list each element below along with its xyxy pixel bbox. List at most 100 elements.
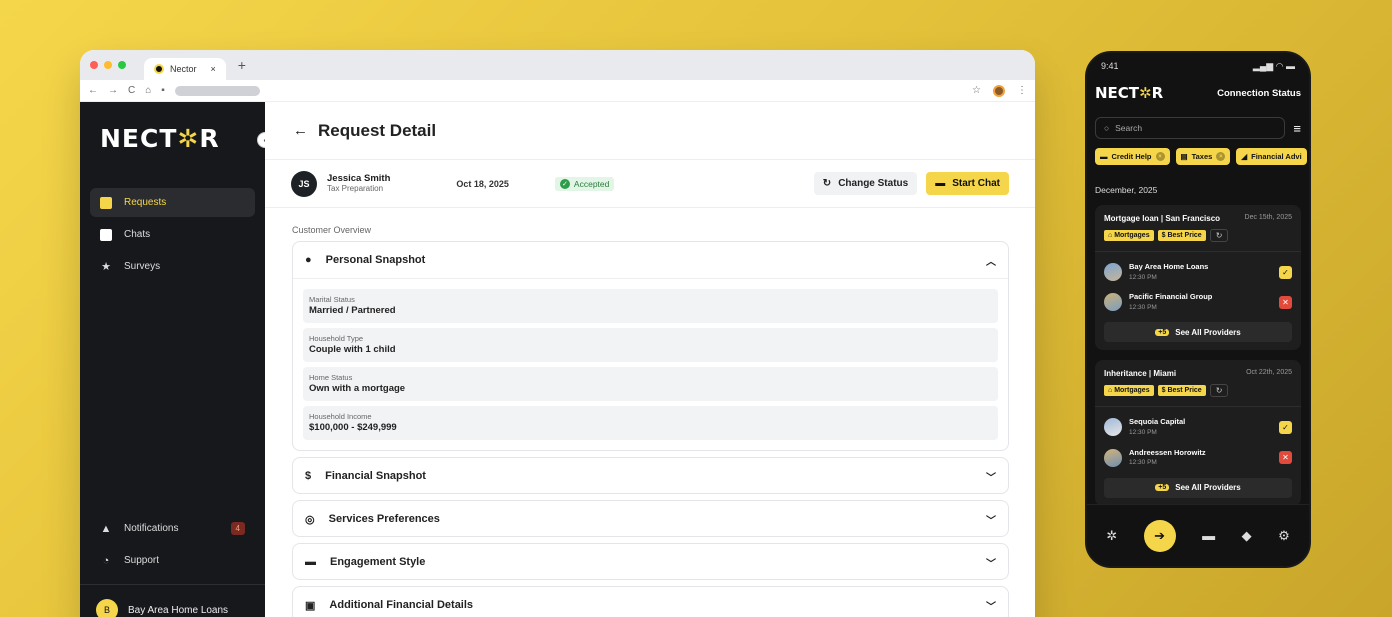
field-household-income: Household Income $100,000 - $249,999 <box>303 406 998 441</box>
personal-snapshot-header[interactable]: ● Personal Snapshot ︿ <box>293 242 1008 278</box>
connections-icon[interactable]: ➔ <box>1143 519 1176 552</box>
provider-row[interactable]: Sequoia Capital 12:30 PM ✓ <box>1104 417 1292 437</box>
provider-row[interactable]: Andreessen Horowitz 12:30 PM ✕ <box>1104 448 1292 468</box>
start-chat-label: Start Chat <box>952 178 1000 189</box>
dollar-icon: $ <box>305 470 312 483</box>
chevron-down-icon[interactable]: ﹀ <box>986 512 996 527</box>
financial-snapshot-card[interactable]: $ Financial Snapshot ﹀ <box>292 457 1009 495</box>
reload-icon[interactable]: C <box>128 85 135 96</box>
see-all-label: See All Providers <box>1175 483 1241 493</box>
chip-credit-help[interactable]: ▬ Credit Help × <box>1095 148 1170 165</box>
settings-gear-icon[interactable]: ⚙ <box>1278 528 1290 544</box>
app: NECT✲R ‹ Requests Chats ★ Surveys ▲ <box>80 102 1035 617</box>
back-icon[interactable]: ← <box>88 85 98 96</box>
see-all-providers-button[interactable]: +5 See All Providers <box>1104 322 1292 343</box>
card-tags: ⌂ Mortgages $ Best Price ↻ <box>1104 229 1292 242</box>
target-icon: ◎ <box>305 513 315 526</box>
browser-menu-icon[interactable]: ⋮ <box>1017 85 1027 96</box>
card-header: ◎ Services Preferences ﹀ <box>293 501 1008 537</box>
account-name: Bay Area Home Loans <box>128 604 229 616</box>
profile-avatar[interactable] <box>993 84 1005 97</box>
person-icon: ● <box>305 254 312 266</box>
chip-taxes[interactable]: ▤ Taxes × <box>1175 148 1231 165</box>
change-status-label: Change Status <box>838 178 909 189</box>
chip-financial-advice[interactable]: ◢ Financial Advi <box>1236 148 1307 165</box>
connection-card[interactable]: Mortgage loan | San Francisco Dec 15th, … <box>1095 205 1301 351</box>
provider-time: 12:30 PM <box>1129 429 1157 437</box>
sidebar-bottom-nav: ▲ Notifications 4 ◔ Support <box>90 514 255 578</box>
engagement-style-card[interactable]: ▬ Engagement Style ﹀ <box>292 543 1009 581</box>
connection-card[interactable]: Inheritance | Miami Oct 22th, 2025 ⌂ Mor… <box>1095 360 1301 506</box>
sidebar-item-notifications[interactable]: ▲ Notifications 4 <box>90 514 255 543</box>
new-tab-button[interactable]: + <box>238 57 246 73</box>
url-field[interactable] <box>174 85 260 96</box>
phone-mockup: 9:41 ▂▄▆ ◠ ▬ NECT✲R Connection Status ○ … <box>1085 51 1311 568</box>
browser-tab[interactable]: Nector × <box>144 58 226 80</box>
chevron-down-icon[interactable]: ﹀ <box>986 469 996 484</box>
card-header: ▣ Additional Financial Details ﹀ <box>293 587 1008 617</box>
page-header: ← Request Detail <box>265 102 1035 160</box>
card-title: Engagement Style <box>330 556 426 569</box>
card-header: $ Financial Snapshot ﹀ <box>293 458 1008 494</box>
remove-chip-icon[interactable]: × <box>1155 152 1165 161</box>
sidebar: NECT✲R ‹ Requests Chats ★ Surveys ▲ <box>80 102 273 617</box>
nector-logo: NECT✲R <box>1095 84 1164 102</box>
sidebar-item-support[interactable]: ◔ Support <box>90 546 255 575</box>
see-all-providers-button[interactable]: +5 See All Providers <box>1104 477 1292 498</box>
bookmark-star-icon[interactable]: ☆ <box>972 85 981 96</box>
service-type: Tax Preparation <box>327 184 384 194</box>
close-window-button[interactable] <box>90 61 98 69</box>
field-label: Home Status <box>309 373 353 383</box>
search-input[interactable]: ○ Search <box>1095 117 1286 139</box>
forward-icon[interactable]: → <box>108 85 118 96</box>
chart-icon: ◢ <box>1241 152 1248 161</box>
accepted-check-icon[interactable]: ✓ <box>1279 420 1292 434</box>
field-label: Marital Status <box>309 295 355 304</box>
additional-financial-details-card[interactable]: ▣ Additional Financial Details ﹀ <box>292 586 1009 617</box>
browser-window: Nector × + ← → C ⌂ ▪ ☆ ⋮ NECT✲R ‹ Reques… <box>80 50 1035 617</box>
refresh-icon[interactable]: ↻ <box>1209 229 1229 242</box>
refresh-icon[interactable]: ↻ <box>1209 384 1229 398</box>
back-arrow-icon[interactable]: ← <box>293 122 308 139</box>
chat-bubble-icon: ▬ <box>935 178 946 189</box>
signal-wifi-battery-icon: ▂▄▆ ◠ ▬ <box>1252 61 1295 71</box>
tag-mortgages: ⌂ Mortgages <box>1104 230 1154 241</box>
filter-icon[interactable]: ≡ <box>1293 121 1301 136</box>
card-title: Mortgage loan | San Francisco <box>1104 214 1221 223</box>
chevron-down-icon[interactable]: ﹀ <box>986 555 996 570</box>
discover-icon[interactable]: ✲ <box>1106 528 1117 544</box>
tab-close-icon[interactable]: × <box>211 64 216 74</box>
chat-icon[interactable]: ▬ <box>1202 528 1215 543</box>
maximize-window-button[interactable] <box>118 61 126 69</box>
phone-tab-bar: ✲ ➔ ▬ ◆ ⚙ <box>1087 504 1309 566</box>
change-status-button[interactable]: ↻ Change Status <box>813 172 918 195</box>
provider-row[interactable]: Pacific Financial Group 12:30 PM ✕ <box>1104 292 1292 312</box>
services-preferences-card[interactable]: ◎ Services Preferences ﹀ <box>292 500 1009 538</box>
field-label: Household Income <box>309 412 372 422</box>
chevron-up-icon[interactable]: ︿ <box>986 253 996 268</box>
start-chat-button[interactable]: ▬ Start Chat <box>926 172 1009 195</box>
chevron-down-icon[interactable]: ﹀ <box>986 598 996 613</box>
tag-mortgages: ⌂ Mortgages <box>1104 385 1154 397</box>
sidebar-item-requests[interactable]: Requests <box>90 188 255 217</box>
card-top: Inheritance | Miami Oct 22th, 2025 <box>1104 369 1292 378</box>
declined-x-icon[interactable]: ✕ <box>1279 295 1292 309</box>
connection-status-title: Connection Status <box>1217 87 1301 99</box>
sidebar-item-surveys[interactable]: ★ Surveys <box>90 252 255 281</box>
search-icon: ○ <box>1104 123 1110 133</box>
sidebar-item-label: Notifications <box>124 523 179 534</box>
provider-name: Bay Area Home Loans <box>1129 262 1209 271</box>
card-icon: ▬ <box>1100 152 1108 161</box>
sidebar-item-chats[interactable]: Chats <box>90 220 255 249</box>
learn-icon[interactable]: ◆ <box>1242 528 1252 544</box>
status-label: Accepted <box>573 178 610 189</box>
remove-chip-icon[interactable]: × <box>1216 152 1226 161</box>
accepted-check-icon[interactable]: ✓ <box>1279 265 1292 279</box>
home-icon[interactable]: ⌂ <box>145 85 151 96</box>
account-switcher[interactable]: B Bay Area Home Loans <box>80 584 265 617</box>
star-group-icon: ★ <box>101 261 111 273</box>
minimize-window-button[interactable] <box>104 61 112 69</box>
browser-tabbar: Nector × + <box>80 50 1035 80</box>
provider-row[interactable]: Bay Area Home Loans 12:30 PM ✓ <box>1104 262 1292 282</box>
declined-x-icon[interactable]: ✕ <box>1279 451 1292 465</box>
